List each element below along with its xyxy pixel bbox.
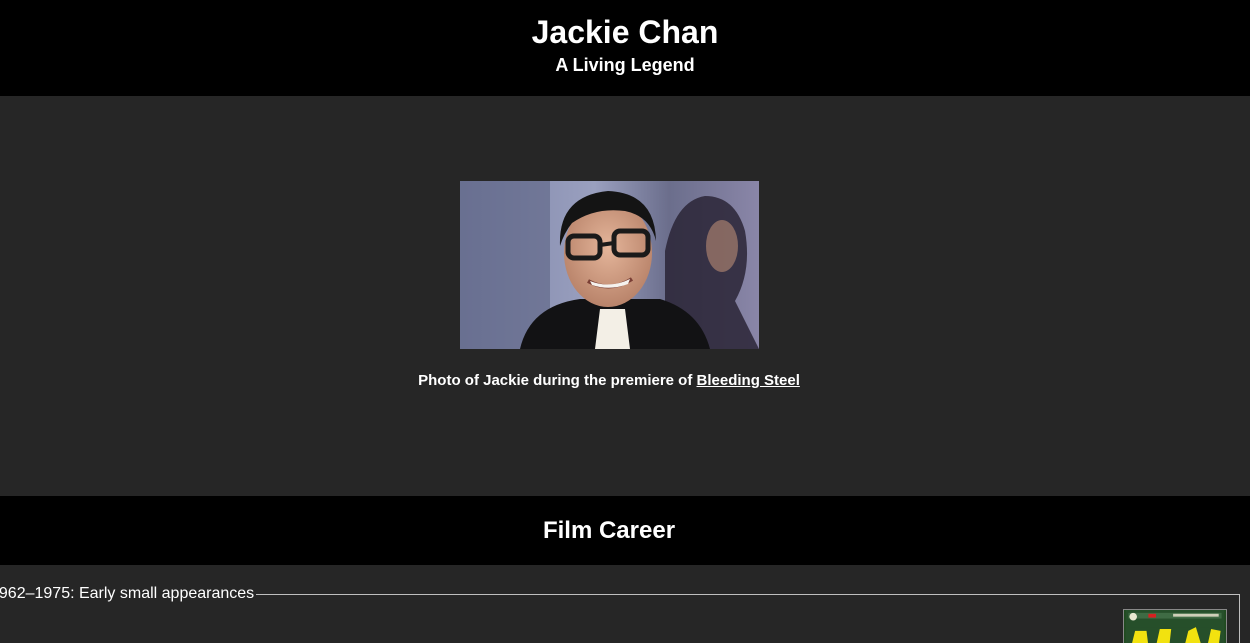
site-header: Jackie Chan A Living Legend [0, 0, 1250, 96]
page-title: Jackie Chan [531, 14, 719, 50]
film-career-title: Film Career [542, 516, 676, 544]
film-career-header: Film Career [0, 496, 1250, 565]
film-poster-image [1123, 609, 1227, 643]
film-career-content: 1962–1975: Early small appearances [0, 565, 1250, 643]
hero-section: Photo of Jackie during the premiere of B… [0, 96, 1250, 496]
photo-caption: Photo of Jackie during the premiere of B… [0, 372, 1218, 389]
bleeding-steel-link[interactable]: Bleeding Steel [697, 372, 800, 389]
page-subtitle: A Living Legend [555, 55, 695, 75]
jackie-chan-photo [460, 181, 759, 349]
caption-text: Photo of Jackie during the premiere of [418, 372, 697, 389]
career-period-legend: 1962–1975: Early small appearances [0, 585, 257, 603]
